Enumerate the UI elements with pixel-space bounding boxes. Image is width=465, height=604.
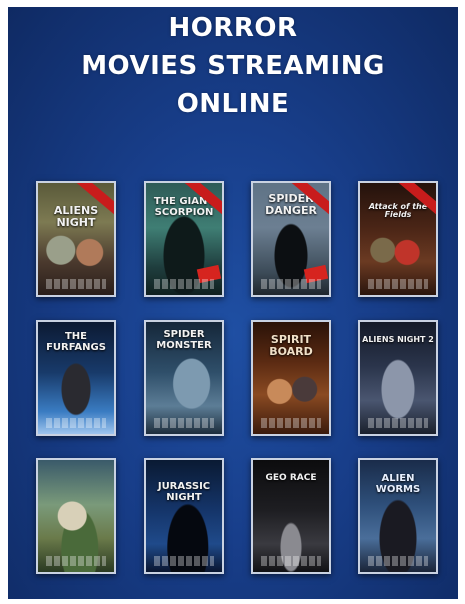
title-line-1: HORROR — [168, 13, 298, 43]
poster-jurassic-night[interactable]: JURASSIC NIGHT — [144, 458, 224, 574]
poster-dinosaur-adventure[interactable] — [36, 458, 116, 574]
poster-aliens-night-2[interactable]: ALIENS NIGHT 2 — [358, 320, 438, 436]
poster-giant-scorpion[interactable]: THE GIANT SCORPION — [144, 181, 224, 297]
page-title: HORROR MOVIES STREAMING ONLINE — [8, 9, 458, 123]
poster-title: JURASSIC NIGHT — [157, 481, 211, 503]
poster-title: GEO RACE — [265, 473, 317, 483]
poster-spider-danger[interactable]: SPIDER DANGER — [251, 181, 331, 297]
poster-spider-monster[interactable]: SPIDER MONSTER — [144, 320, 224, 436]
poster-attack-of-the-fields[interactable]: Attack of the Fields — [358, 181, 438, 297]
poster-title: SPIDER MONSTER — [156, 329, 212, 351]
promo-panel: HORROR MOVIES STREAMING ONLINE ALIENS NI… — [8, 7, 458, 599]
poster-title: ALIEN WORMS — [375, 473, 421, 495]
poster-aliens-night[interactable]: ALIENS NIGHT — [36, 181, 116, 297]
poster-title: ALIENS NIGHT — [53, 204, 99, 229]
poster-spirit-board[interactable]: SPIRIT BOARD — [251, 320, 331, 436]
title-line-3: ONLINE — [176, 89, 290, 119]
poster-title: SPIRIT BOARD — [269, 333, 313, 358]
poster-title: THE FURFANGS — [46, 331, 106, 353]
title-line-2: MOVIES STREAMING — [81, 51, 385, 81]
poster-geo-race[interactable]: GEO RACE — [251, 458, 331, 574]
poster-title: ALIENS NIGHT 2 — [362, 335, 434, 344]
poster-alien-worms[interactable]: ALIEN WORMS — [358, 458, 438, 574]
poster-the-furfangs[interactable]: THE FURFANGS — [36, 320, 116, 436]
